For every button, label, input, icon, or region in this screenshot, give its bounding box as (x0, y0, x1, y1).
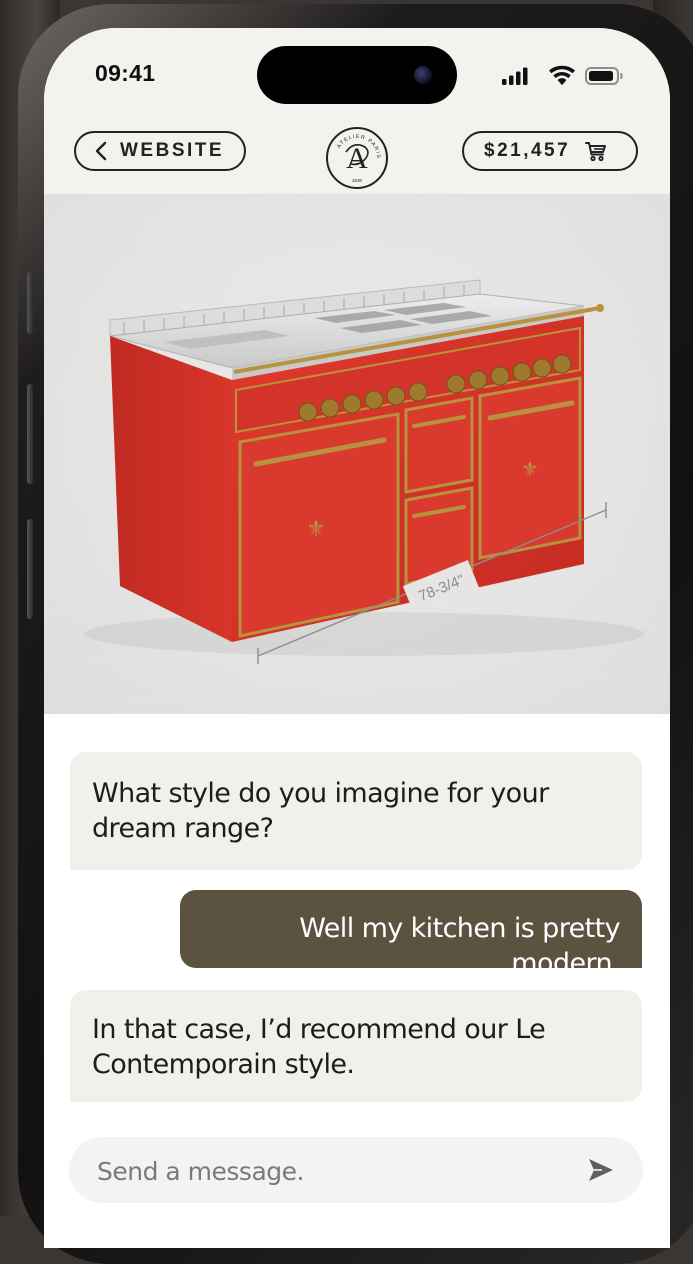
cart-icon (585, 142, 607, 162)
status-time: 09:41 (95, 60, 156, 86)
range-cooker-render: ⚜ ⚜ 78-3/4" (44, 194, 670, 714)
volume-down-button (27, 519, 33, 619)
website-back-button[interactable]: WEBSITE (74, 131, 246, 171)
dynamic-island (257, 46, 457, 104)
message-input[interactable] (95, 1151, 559, 1191)
cart-total: $21,457 (484, 140, 571, 161)
svg-text:⚜: ⚜ (521, 457, 539, 481)
assistant-message: In that case, I’d recommend our Le Conte… (70, 990, 642, 1102)
svg-text:⚜: ⚜ (306, 517, 326, 542)
battery-icon (585, 67, 623, 85)
chat-panel: What style do you imagine for your dream… (44, 714, 670, 1248)
phone-screen: 09:41 WEBSITE ATELIER PARIS A 1830 $21,4… (44, 28, 670, 1248)
wifi-icon (549, 65, 575, 86)
assistant-message: What style do you imagine for your dream… (70, 752, 642, 870)
product-viewer[interactable]: ⚜ ⚜ 78-3/4" (44, 194, 670, 714)
message-composer (69, 1137, 643, 1203)
status-icons (502, 65, 623, 86)
camera-icon (414, 66, 432, 84)
user-message: Well my kitchen is pretty modern. (180, 890, 642, 979)
website-back-label: WEBSITE (120, 140, 225, 161)
chevron-left-icon (95, 141, 107, 161)
cart-button[interactable]: $21,457 (462, 131, 638, 171)
volume-up-button (27, 384, 33, 484)
signal-icon (502, 67, 528, 85)
brand-logo[interactable]: ATELIER PARIS A 1830 (325, 126, 389, 190)
send-icon[interactable] (586, 1155, 616, 1185)
logo-year: 1830 (352, 178, 363, 183)
mute-switch (27, 272, 33, 334)
app-header: 09:41 WEBSITE ATELIER PARIS A 1830 $21,4… (44, 28, 670, 194)
